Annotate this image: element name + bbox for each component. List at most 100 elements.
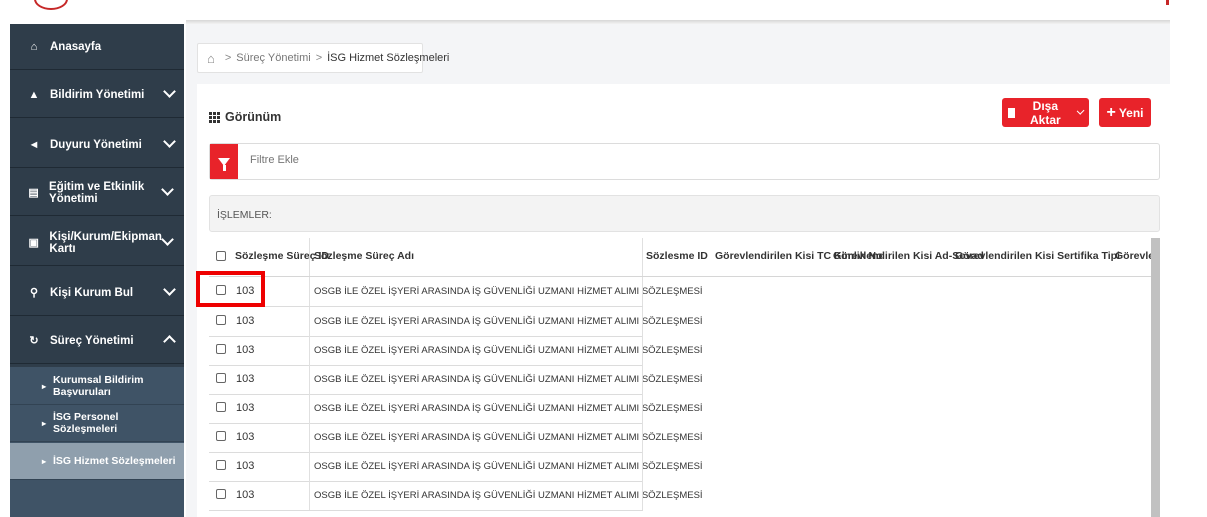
megaphone-icon: ◄	[28, 138, 40, 151]
submenu-item-isg-personel[interactable]: ▸ İSG Personel Sözleşmeleri	[10, 405, 184, 442]
row-checkbox[interactable]	[216, 489, 226, 499]
cell-divider	[309, 452, 310, 481]
table-row[interactable]: 103 OSGB İLE ÖZEL İŞYERİ ARASINDA İŞ GÜV…	[209, 365, 703, 395]
chevron-up-icon	[163, 335, 176, 348]
table-row[interactable]: 103 OSGB İLE ÖZEL İŞYERİ ARASINDA İŞ GÜV…	[209, 394, 703, 424]
table-row[interactable]: 103 OSGB İLE ÖZEL İŞYERİ ARASINDA İŞ GÜV…	[209, 423, 703, 453]
highlight-box	[196, 271, 265, 307]
new-button-label: Yeni	[1118, 105, 1144, 120]
refresh-icon: ↻	[29, 335, 39, 347]
table-scrollbar[interactable]	[1151, 238, 1160, 517]
home-icon: ⌂	[30, 40, 38, 53]
sidebar-item-surec-yonetimi[interactable]: ↻ Süreç Yönetimi	[10, 318, 184, 364]
sidebar-item-label: Kişi Kurum Bul	[50, 286, 134, 299]
view-title: Görünüm	[209, 110, 281, 124]
submenu-item-label: Kurumsal Bildirim Başvuruları	[53, 374, 144, 398]
row-id: 103	[236, 460, 255, 472]
submenu-item-label: İSG Personel Sözleşmeleri	[53, 411, 119, 435]
column-divider	[309, 238, 310, 276]
table-row[interactable]: 103 OSGB İLE ÖZEL İŞYERİ ARASINDA İŞ GÜV…	[209, 307, 703, 337]
bell-icon: ▲	[28, 88, 40, 101]
submenu-item-label: İSG Hizmet Sözleşmeleri	[53, 455, 176, 467]
submenu-surec-yonetimi: ▸ Kurumsal Bildirim Başvuruları ▸ İSG Pe…	[10, 367, 184, 517]
column-header-sozlesme-id[interactable]: Sözlesme ID	[646, 250, 708, 262]
list-icon: ▤	[28, 187, 39, 199]
cell-divider	[642, 423, 643, 452]
breadcrumb: ⌂ > Süreç Yönetimi > İSG Hizmet Sözleşme…	[197, 43, 449, 73]
filter-button[interactable]	[210, 144, 238, 179]
row-checkbox[interactable]	[216, 431, 226, 441]
row-name: OSGB İLE ÖZEL İŞYERİ ARASINDA İŞ GÜVENLİ…	[314, 490, 703, 501]
cell-divider	[642, 452, 643, 481]
caret-right-icon: ▸	[42, 456, 47, 466]
search-icon: ⚲	[29, 287, 39, 299]
row-checkbox[interactable]	[216, 402, 226, 412]
row-name: OSGB İLE ÖZEL İŞYERİ ARASINDA İŞ GÜVENLİ…	[314, 403, 703, 414]
row-checkbox[interactable]	[216, 373, 226, 383]
submenu-item-isg-hizmet[interactable]: ▸ İSG Hizmet Sözleşmeleri	[10, 443, 184, 480]
column-divider	[642, 238, 643, 276]
cell-divider	[642, 307, 643, 336]
new-button[interactable]: + Yeni	[1099, 98, 1151, 127]
sidebar-item-label: Bildirim Yönetimi	[50, 88, 145, 101]
select-all-checkbox[interactable]	[216, 251, 226, 261]
cell-divider	[642, 481, 643, 510]
cell-divider	[642, 365, 643, 394]
sidebar-item-egitim-etkinlik[interactable]: ▤ Eğitim ve Etkinlik Yönetimi	[10, 170, 184, 216]
plus-icon: +	[1106, 103, 1116, 121]
row-name: OSGB İLE ÖZEL İŞYERİ ARASINDA İŞ GÜVENLİ…	[314, 286, 703, 297]
filter-icon	[218, 157, 230, 171]
chevron-down-icon	[163, 283, 176, 296]
row-name: OSGB İLE ÖZEL İŞYERİ ARASINDA İŞ GÜVENLİ…	[314, 432, 703, 443]
caret-right-icon: ▸	[42, 418, 47, 428]
table-header: Sözleşme Süreç ID Sözleşme Süreç Adı Söz…	[209, 238, 1160, 277]
operations-label: İŞLEMLER:	[217, 209, 272, 221]
cell-divider	[309, 307, 310, 336]
chevron-down-icon	[1076, 106, 1085, 115]
id-card-icon: ▣	[28, 237, 39, 249]
column-header-sertifika-tipi[interactable]: Görevlendirilen Kisi Sertifika Tipi	[955, 250, 1120, 262]
row-id: 103	[236, 402, 255, 414]
cell-divider	[309, 394, 310, 423]
row-name: OSGB İLE ÖZEL İŞYERİ ARASINDA İŞ GÜVENLİ…	[314, 345, 703, 356]
row-id: 103	[236, 344, 255, 356]
table-row[interactable]: 103 OSGB İLE ÖZEL İŞYERİ ARASINDA İŞ GÜV…	[209, 336, 703, 366]
breadcrumb-item[interactable]: Süreç Yönetimi	[236, 52, 310, 64]
table-grid-icon	[209, 111, 221, 123]
cell-divider	[309, 365, 310, 394]
top-corner-mark	[1166, 0, 1169, 5]
caret-right-icon: ▸	[42, 381, 47, 391]
sidebar-item-kisi-kurum-bul[interactable]: ⚲ Kişi Kurum Bul	[10, 270, 184, 316]
row-checkbox[interactable]	[216, 315, 226, 325]
row-name: OSGB İLE ÖZEL İŞYERİ ARASINDA İŞ GÜVENLİ…	[314, 316, 703, 327]
row-name: OSGB İLE ÖZEL İŞYERİ ARASINDA İŞ GÜVENLİ…	[314, 374, 703, 385]
table-row[interactable]: 103 OSGB İLE ÖZEL İŞYERİ ARASINDA İŞ GÜV…	[209, 452, 703, 482]
column-header-surec-adi[interactable]: Sözleşme Süreç Adı	[314, 250, 414, 262]
cell-divider	[642, 336, 643, 365]
contracts-table: Sözleşme Süreç ID Sözleşme Süreç Adı Söz…	[209, 238, 1160, 517]
submenu-item-kurumsal-bildirim[interactable]: ▸ Kurumsal Bildirim Başvuruları	[10, 368, 184, 405]
logo	[34, 0, 68, 10]
row-id: 103	[236, 315, 255, 327]
sidebar-item-bildirim-yonetimi[interactable]: ▲ Bildirim Yönetimi	[10, 72, 184, 118]
chevron-down-icon	[163, 85, 176, 98]
sidebar-item-label: Duyuru Yönetimi	[50, 138, 142, 151]
export-button[interactable]: Dışa Aktar	[1002, 98, 1089, 127]
export-button-label: Dışa Aktar	[1030, 98, 1061, 127]
row-name: OSGB İLE ÖZEL İŞYERİ ARASINDA İŞ GÜVENLİ…	[314, 461, 703, 472]
breadcrumb-separator: >	[224, 52, 232, 64]
row-checkbox[interactable]	[216, 344, 226, 354]
filter-input[interactable]	[248, 153, 552, 167]
sidebar-item-duyuru-yonetimi[interactable]: ◄ Duyuru Yönetimi	[10, 122, 184, 168]
table-row[interactable]: 103 OSGB İLE ÖZEL İŞYERİ ARASINDA İŞ GÜV…	[209, 481, 703, 511]
file-icon	[1008, 107, 1016, 118]
cell-divider	[642, 394, 643, 423]
sidebar-item-label: Anasayfa	[50, 40, 102, 53]
home-icon[interactable]: ⌂	[207, 51, 215, 66]
table-row[interactable]: 103 OSGB İLE ÖZEL İŞYERİ ARASINDA İŞ GÜV…	[209, 277, 703, 307]
row-id: 103	[236, 431, 255, 443]
row-checkbox[interactable]	[216, 460, 226, 470]
cell-divider	[309, 481, 310, 510]
sidebar-item-kisi-kurum-ekipman[interactable]: ▣ Kişi/Kurum/Ekipman Kartı	[10, 220, 184, 266]
sidebar-item-anasayfa[interactable]: ⌂ Anasayfa	[10, 24, 184, 70]
